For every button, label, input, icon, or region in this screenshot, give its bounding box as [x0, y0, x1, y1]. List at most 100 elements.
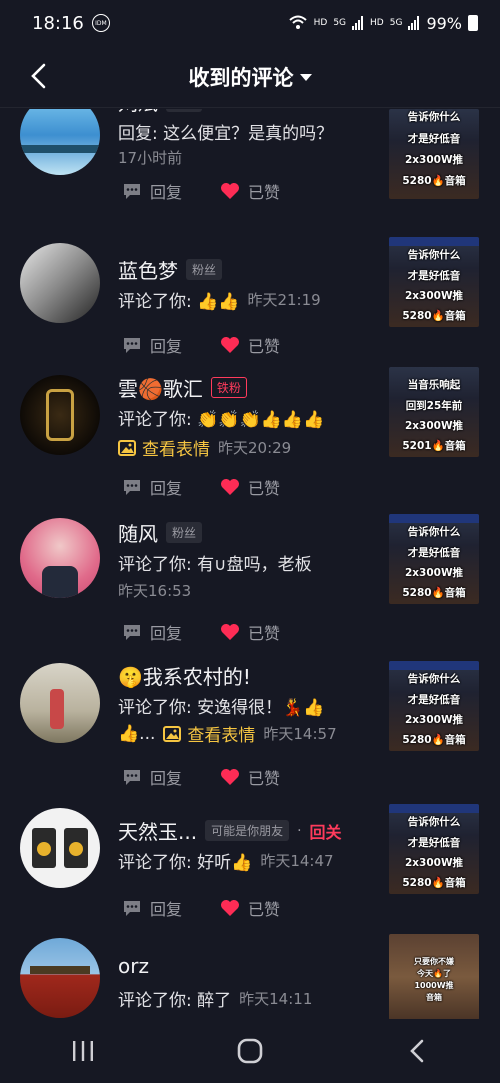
hd-label-1: HD — [313, 18, 328, 28]
reply-button[interactable]: 回复 — [122, 620, 182, 644]
like-button[interactable]: 已赞 — [220, 620, 280, 644]
user-name[interactable]: 雲🏀歌汇 — [118, 373, 203, 402]
heart-icon — [221, 624, 240, 640]
thumb-line: 5280🔥音箱 — [402, 877, 466, 889]
video-thumbnail[interactable]: 告诉你什么 才是好低音 2x300W推 5280🔥音箱 — [389, 109, 479, 199]
system-back-button[interactable] — [387, 1031, 447, 1071]
liked-label: 已赞 — [248, 624, 281, 643]
liked-label: 已赞 — [248, 337, 281, 356]
thumb-line: 当音乐响起 — [407, 379, 461, 391]
user-name[interactable]: 刘斌 — [118, 109, 158, 116]
thumb-line: 告诉你什么 — [407, 526, 461, 538]
heart-icon — [221, 337, 240, 353]
like-button[interactable]: 已赞 — [220, 896, 280, 920]
thumb-line: 2x300W推 — [404, 714, 464, 726]
back-button[interactable] — [20, 58, 56, 94]
thumb-line: 音箱 — [426, 993, 442, 1002]
comment-time: 昨天14:47 — [260, 852, 334, 870]
reply-button[interactable]: 回复 — [122, 333, 182, 357]
liked-label: 已赞 — [248, 900, 281, 919]
thumb-line: 5201🔥音箱 — [402, 440, 466, 452]
image-icon — [163, 725, 182, 742]
video-thumbnail[interactable]: 告诉你什么 才是好低音 2x300W推 5280🔥音箱 — [389, 661, 479, 751]
fan-tag: 粉丝 — [186, 259, 223, 280]
comment-time: 昨天16:53 — [118, 582, 192, 600]
thumb-line: 2x300W推 — [404, 857, 464, 869]
comment-text: 评论了你: 有∪盘吗，老板 — [118, 555, 312, 575]
video-thumbnail[interactable]: 告诉你什么 才是好低音 2x300W推 5280🔥音箱 — [389, 514, 479, 604]
avatar[interactable] — [20, 518, 100, 598]
avatar[interactable] — [20, 808, 100, 888]
comment-list[interactable]: 刘斌 粉丝 回复: 这么便宜？是真的吗？ 17小时前 回复 已赞 告诉你什么 才… — [0, 109, 500, 1019]
thumb-line: 只要你不嫌 — [414, 957, 454, 966]
video-thumbnail[interactable]: 当音乐响起 回到25年前 2x300W推 5201🔥音箱 — [389, 367, 479, 457]
like-button[interactable]: 已赞 — [220, 475, 280, 499]
user-name[interactable]: orz — [118, 954, 149, 978]
comment-time: 昨天14:57 — [263, 725, 337, 743]
thumb-line: 2x300W推 — [404, 154, 464, 166]
thumb-line: 才是好低音 — [407, 133, 461, 145]
reply-button[interactable]: 回复 — [122, 896, 182, 920]
video-thumbnail[interactable]: 告诉你什么 才是好低音 2x300W推 5280🔥音箱 — [389, 804, 479, 894]
list-item[interactable]: 🤫我系农村的! 评论了你: 安逸得很！💃👍 👍... 查看表情 昨天14:57 … — [0, 655, 500, 800]
home-button[interactable] — [220, 1031, 280, 1071]
video-thumbnail[interactable]: 告诉你什么 才是好低音 2x300W推 5280🔥音箱 — [389, 237, 479, 327]
avatar[interactable] — [20, 663, 100, 743]
reply-label: 回复 — [150, 769, 183, 788]
thumb-banner — [389, 514, 479, 523]
like-button[interactable]: 已赞 — [220, 765, 280, 789]
comment-time: 昨天20:29 — [218, 439, 292, 457]
heart-icon — [221, 479, 240, 495]
view-sticker-label: 查看表情 — [187, 726, 256, 746]
reply-button[interactable]: 回复 — [122, 179, 182, 203]
thumb-line: 2x300W推 — [404, 420, 464, 432]
avatar[interactable] — [20, 938, 100, 1018]
thumb-line: 告诉你什么 — [407, 673, 461, 685]
reply-label: 回复 — [150, 479, 183, 498]
list-item[interactable]: orz 评论了你: 醉了 昨天14:11 只要你不嫌 今天🔥了 1000W推 音… — [0, 930, 500, 1019]
follow-back-button[interactable]: 回关 — [310, 819, 342, 843]
recent-apps-icon — [73, 1041, 94, 1061]
thumb-line: 才是好低音 — [407, 837, 461, 849]
caret-down-icon — [299, 74, 312, 81]
thumb-line: 告诉你什么 — [407, 111, 461, 123]
list-item[interactable]: 蓝色梦 粉丝 评论了你: 👍👍 昨天21:19 回复 已赞 告诉你什么 才是好低… — [0, 235, 500, 365]
list-item[interactable]: 刘斌 粉丝 回复: 这么便宜？是真的吗？ 17小时前 回复 已赞 告诉你什么 才… — [0, 109, 500, 225]
user-name[interactable]: 天然玉... — [118, 816, 197, 845]
signal-label-2: 5G — [389, 18, 403, 28]
title-dropdown[interactable]: 收到的评论 — [189, 62, 312, 92]
heart-icon — [221, 900, 240, 916]
thumb-line: 5280🔥音箱 — [402, 587, 466, 599]
reply-button[interactable]: 回复 — [122, 475, 182, 499]
view-sticker-link[interactable]: 查看表情 — [118, 435, 210, 460]
user-name[interactable]: 🤫我系农村的! — [118, 661, 251, 690]
comment-text: 评论了你: 👏👏👏👍👍👍 — [118, 410, 325, 430]
liked-label: 已赞 — [248, 769, 281, 788]
list-item[interactable]: 随风 粉丝 评论了你: 有∪盘吗，老板 昨天16:53 回复 已赞 告诉你什么 … — [0, 510, 500, 655]
view-sticker-link[interactable]: 查看表情 — [163, 721, 255, 746]
avatar[interactable] — [20, 375, 100, 455]
user-name[interactable]: 随风 — [118, 518, 158, 547]
like-button[interactable]: 已赞 — [220, 179, 280, 203]
iron-fan-tag: 铁粉 — [210, 377, 247, 398]
thumb-banner — [389, 804, 479, 813]
thumb-line: 5280🔥音箱 — [402, 310, 466, 322]
thumb-line: 5280🔥音箱 — [402, 734, 466, 746]
header: 收到的评论 — [0, 46, 500, 108]
list-item[interactable]: 天然玉... 可能是你朋友 · 回关 评论了你: 好听👍 昨天14:47 回复 … — [0, 800, 500, 930]
avatar[interactable] — [20, 243, 100, 323]
speech-bubble-icon — [124, 480, 140, 495]
thumb-line: 告诉你什么 — [407, 249, 461, 261]
list-item[interactable]: 雲🏀歌汇 铁粉 评论了你: 👏👏👏👍👍👍 查看表情 昨天20:29 回复 已赞 — [0, 365, 500, 510]
recent-apps-button[interactable] — [53, 1031, 113, 1071]
thumb-line: 1000W推 — [414, 981, 454, 990]
video-thumbnail[interactable]: 只要你不嫌 今天🔥了 1000W推 音箱 — [389, 934, 479, 1019]
avatar[interactable] — [20, 109, 100, 175]
thumb-line: 5280🔥音箱 — [402, 175, 466, 187]
like-button[interactable]: 已赞 — [220, 333, 280, 357]
maybe-friend-tag: 可能是你朋友 — [205, 820, 290, 841]
speech-bubble-icon — [124, 625, 140, 640]
user-name[interactable]: 蓝色梦 — [118, 255, 178, 284]
reply-label: 回复 — [150, 337, 183, 356]
reply-button[interactable]: 回复 — [122, 765, 182, 789]
